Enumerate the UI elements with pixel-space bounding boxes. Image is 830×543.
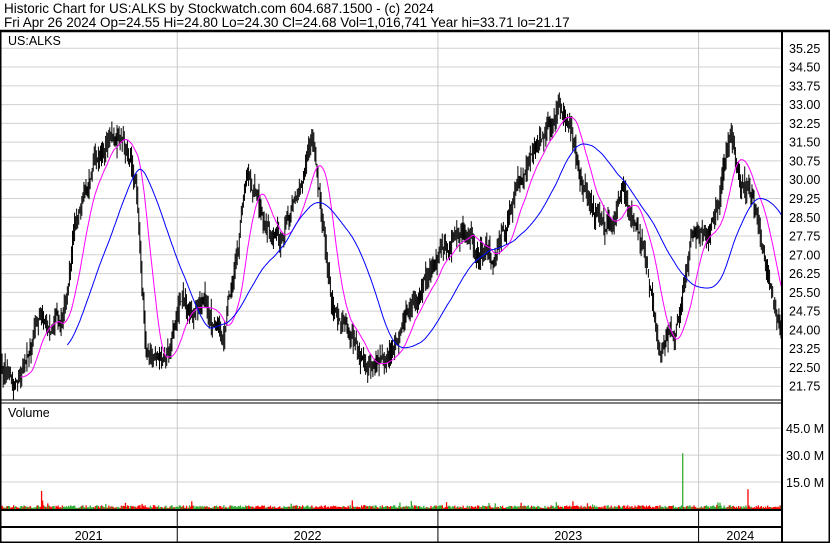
price-tick-label: 29.25 (789, 192, 820, 206)
price-tick-label: 23.25 (789, 342, 820, 356)
price-tick-label: 25.50 (789, 286, 820, 300)
price-tick-label: 30.75 (789, 154, 820, 168)
price-tick-label: 31.50 (789, 136, 820, 150)
moving-average-long (66, 143, 783, 349)
chart-svg: 21.75 22.50 23.25 24.00 24.75 25.50 26.25 27.00… (0, 29, 830, 543)
price-tick-label: 33.75 (789, 79, 820, 93)
volume-tick-label: 30.0 M (786, 449, 824, 463)
price-tick-label: 34.50 (789, 61, 820, 75)
price-tick-label: 27.75 (789, 230, 820, 244)
year-label: 2023 (554, 529, 582, 543)
price-tick-label: 24.00 (789, 323, 820, 337)
volume-bar (682, 453, 684, 509)
price-tick-label: 33.00 (789, 98, 820, 112)
price-tick-label: 21.75 (789, 380, 820, 394)
symbol-label: US:ALKS (8, 34, 61, 48)
volume-tick-label: 45.0 M (786, 422, 824, 436)
volume-tick-label: 15.0 M (786, 476, 824, 490)
year-label: 2022 (294, 529, 322, 543)
price-tick-label: 32.25 (789, 117, 820, 131)
volume-label: Volume (8, 406, 50, 420)
price-tick-label: 22.50 (789, 361, 820, 375)
year-label: 2024 (726, 529, 754, 543)
price-tick-label: 27.00 (789, 248, 820, 262)
year-label: 2021 (75, 529, 103, 543)
price-tick-label: 35.25 (789, 42, 820, 56)
price-tick-label: 26.25 (789, 267, 820, 281)
price-tick-label: 24.75 (789, 305, 820, 319)
price-tick-label: 30.00 (789, 173, 820, 187)
stock-chart: Historic Chart for US:ALKS by Stockwatch… (0, 0, 830, 543)
chart-border (0, 30, 830, 543)
price-tick-label: 28.50 (789, 211, 820, 225)
